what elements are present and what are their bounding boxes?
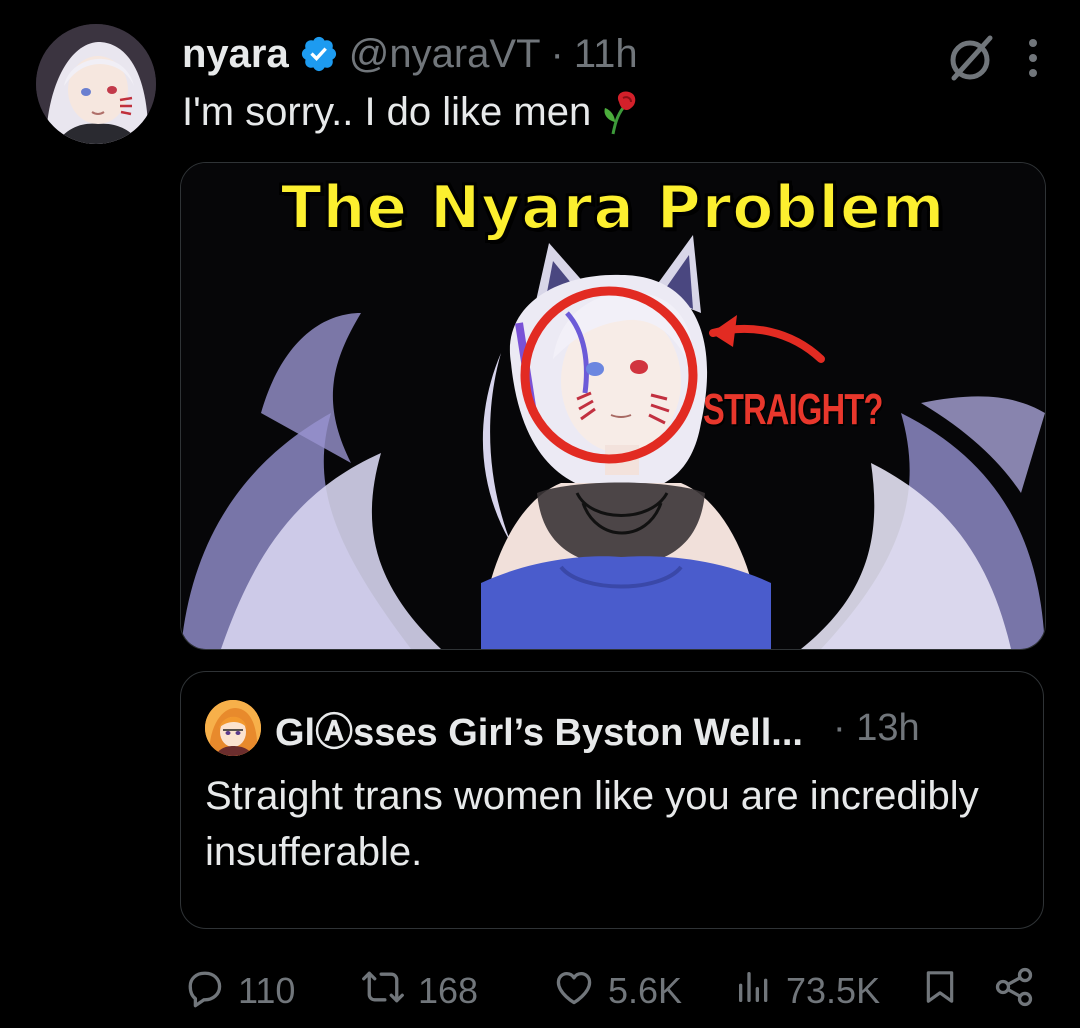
author-name[interactable]: nyara [182,28,289,80]
quoted-separator-dot: · [832,706,846,749]
tweet-timestamp[interactable]: 11h [574,28,638,80]
rose-emoji [593,88,641,136]
quoted-tweet-meta: · 13h [833,707,920,750]
like-count: 5.6K [608,970,683,1011]
views-icon [734,965,774,1018]
bookmark-icon [920,964,960,1019]
quoted-tweet-timestamp[interactable]: 13h [856,707,919,749]
views-button[interactable]: 73.5K [734,965,880,1017]
share-button[interactable] [992,965,1036,1017]
repost-count: 168 [418,970,479,1011]
like-button[interactable]: 5.6K [552,965,682,1017]
repost-icon [360,965,406,1018]
quoted-author-name[interactable]: GlⒶsses Girl’s Byston Well... [275,701,803,756]
grok-icon[interactable] [944,30,1000,86]
more-icon[interactable] [1026,36,1040,80]
author-avatar[interactable] [36,24,156,144]
tweet-text-content: I'm sorry.. I do like men [182,90,592,134]
reply-icon [182,965,226,1018]
media-title: The Nyara Problem [280,172,946,244]
verified-badge-icon [299,34,339,74]
bookmark-button[interactable] [920,965,960,1017]
quoted-tweet[interactable]: GlⒶsses Girl’s Byston Well... · 13h Stra… [180,671,1044,929]
reply-button[interactable]: 110 [182,965,295,1017]
quoted-author-avatar[interactable] [205,700,261,756]
media-label: STRAIGHT? [703,385,883,434]
tweet-media-image[interactable]: The Nyara Problem STRAIGHT? [180,162,1046,650]
repost-button[interactable]: 168 [360,965,478,1017]
tweet-header: nyara @nyaraVT · 11h [182,28,638,80]
tweet-action-bar: 110 168 5.6K 73.5K [182,965,1042,1017]
reply-count: 110 [238,970,296,1011]
views-count: 73.5K [786,970,881,1011]
tweet-top-actions [944,30,1040,86]
tweet-text: I'm sorry.. I do like men [182,86,641,138]
author-handle[interactable]: @nyaraVT [349,28,541,80]
quoted-tweet-header: GlⒶsses Girl’s Byston Well... · 13h [205,700,920,756]
like-icon [552,965,596,1018]
quoted-tweet-text: Straight trans women like you are incred… [205,774,979,874]
tweet: nyara @nyaraVT · 11h I'm sorry.. I do li… [0,0,1080,1028]
share-icon [992,965,1036,1018]
separator-dot: · [550,32,564,76]
